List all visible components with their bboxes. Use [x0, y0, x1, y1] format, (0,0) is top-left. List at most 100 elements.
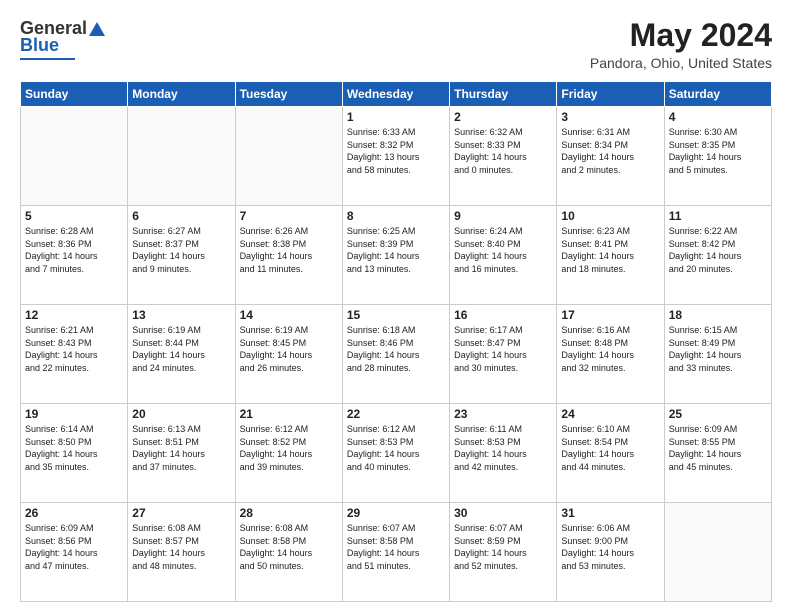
logo-triangle-icon: [89, 22, 105, 36]
header: General Blue May 2024 Pandora, Ohio, Uni…: [20, 18, 772, 71]
logo-blue-text: Blue: [20, 35, 59, 56]
calendar-cell: 10 Sunrise: 6:23 AM Sunset: 8:41 PM Dayli…: [557, 206, 664, 305]
calendar-cell: 1Sunrise: 6:33 AM Sunset: 8:32 PM Daylig…: [342, 107, 449, 206]
day-number: 10: [561, 209, 659, 223]
day-number: 31: [561, 506, 659, 520]
calendar-cell: [235, 107, 342, 206]
calendar-header: SundayMondayTuesdayWednesdayThursdayFrid…: [21, 82, 772, 107]
day-header-wednesday: Wednesday: [342, 82, 449, 107]
day-info: Sunrise: 6:19 AM Sunset: 8:44 PM Dayligh…: [132, 324, 230, 374]
day-number: 18: [669, 308, 767, 322]
day-number: 25: [669, 407, 767, 421]
calendar-cell: [128, 107, 235, 206]
header-right: May 2024 Pandora, Ohio, United States: [590, 18, 772, 71]
page: General Blue May 2024 Pandora, Ohio, Uni…: [0, 0, 792, 612]
day-info: Sunrise: 6:08 AM Sunset: 8:57 PM Dayligh…: [132, 522, 230, 572]
day-header-thursday: Thursday: [450, 82, 557, 107]
day-info: Sunrise: 6:25 AM Sunset: 8:39 PM Dayligh…: [347, 225, 445, 275]
day-info: Sunrise: 6:21 AM Sunset: 8:43 PM Dayligh…: [25, 324, 123, 374]
day-info: Sunrise: 6:14 AM Sunset: 8:50 PM Dayligh…: [25, 423, 123, 473]
calendar-cell: [664, 503, 771, 602]
day-number: 9: [454, 209, 552, 223]
day-number: 27: [132, 506, 230, 520]
day-number: 30: [454, 506, 552, 520]
calendar-cell: 2Sunrise: 6:32 AM Sunset: 8:33 PM Daylig…: [450, 107, 557, 206]
calendar-cell: [21, 107, 128, 206]
day-info: Sunrise: 6:07 AM Sunset: 8:59 PM Dayligh…: [454, 522, 552, 572]
day-number: 4: [669, 110, 767, 124]
day-number: 17: [561, 308, 659, 322]
day-info: Sunrise: 6:12 AM Sunset: 8:53 PM Dayligh…: [347, 423, 445, 473]
day-number: 29: [347, 506, 445, 520]
day-info: Sunrise: 6:09 AM Sunset: 8:56 PM Dayligh…: [25, 522, 123, 572]
calendar-body: 1Sunrise: 6:33 AM Sunset: 8:32 PM Daylig…: [21, 107, 772, 602]
calendar-cell: 26 Sunrise: 6:09 AM Sunset: 8:56 PM Dayli…: [21, 503, 128, 602]
day-info: Sunrise: 6:23 AM Sunset: 8:41 PM Dayligh…: [561, 225, 659, 275]
day-header-monday: Monday: [128, 82, 235, 107]
calendar-cell: 5 Sunrise: 6:28 AM Sunset: 8:36 PM Daylig…: [21, 206, 128, 305]
day-info: Sunrise: 6:31 AM Sunset: 8:34 PM Dayligh…: [561, 126, 659, 176]
day-info: Sunrise: 6:16 AM Sunset: 8:48 PM Dayligh…: [561, 324, 659, 374]
day-info: Sunrise: 6:11 AM Sunset: 8:53 PM Dayligh…: [454, 423, 552, 473]
day-number: 28: [240, 506, 338, 520]
calendar-cell: 17 Sunrise: 6:16 AM Sunset: 8:48 PM Dayli…: [557, 305, 664, 404]
calendar-table: SundayMondayTuesdayWednesdayThursdayFrid…: [20, 81, 772, 602]
day-header-saturday: Saturday: [664, 82, 771, 107]
calendar-cell: 21 Sunrise: 6:12 AM Sunset: 8:52 PM Dayli…: [235, 404, 342, 503]
day-info: Sunrise: 6:17 AM Sunset: 8:47 PM Dayligh…: [454, 324, 552, 374]
day-header-sunday: Sunday: [21, 82, 128, 107]
calendar-cell: 22Sunrise: 6:12 AM Sunset: 8:53 PM Dayli…: [342, 404, 449, 503]
day-header-tuesday: Tuesday: [235, 82, 342, 107]
calendar-cell: 24Sunrise: 6:10 AM Sunset: 8:54 PM Dayli…: [557, 404, 664, 503]
day-info: Sunrise: 6:06 AM Sunset: 9:00 PM Dayligh…: [561, 522, 659, 572]
day-info: Sunrise: 6:30 AM Sunset: 8:35 PM Dayligh…: [669, 126, 767, 176]
day-number: 15: [347, 308, 445, 322]
day-header-friday: Friday: [557, 82, 664, 107]
day-info: Sunrise: 6:19 AM Sunset: 8:45 PM Dayligh…: [240, 324, 338, 374]
day-number: 8: [347, 209, 445, 223]
header-row: SundayMondayTuesdayWednesdayThursdayFrid…: [21, 82, 772, 107]
calendar-cell: 23 Sunrise: 6:11 AM Sunset: 8:53 PM Dayli…: [450, 404, 557, 503]
day-number: 19: [25, 407, 123, 421]
day-number: 26: [25, 506, 123, 520]
day-number: 2: [454, 110, 552, 124]
day-info: Sunrise: 6:07 AM Sunset: 8:58 PM Dayligh…: [347, 522, 445, 572]
calendar-cell: 18 Sunrise: 6:15 AM Sunset: 8:49 PM Dayli…: [664, 305, 771, 404]
day-number: 20: [132, 407, 230, 421]
calendar-cell: 4 Sunrise: 6:30 AM Sunset: 8:35 PM Daylig…: [664, 107, 771, 206]
calendar-cell: 28Sunrise: 6:08 AM Sunset: 8:58 PM Dayli…: [235, 503, 342, 602]
day-number: 16: [454, 308, 552, 322]
day-number: 14: [240, 308, 338, 322]
week-row-5: 26 Sunrise: 6:09 AM Sunset: 8:56 PM Dayli…: [21, 503, 772, 602]
day-info: Sunrise: 6:12 AM Sunset: 8:52 PM Dayligh…: [240, 423, 338, 473]
day-number: 21: [240, 407, 338, 421]
calendar-cell: 14 Sunrise: 6:19 AM Sunset: 8:45 PM Dayli…: [235, 305, 342, 404]
calendar-cell: 11 Sunrise: 6:22 AM Sunset: 8:42 PM Dayli…: [664, 206, 771, 305]
week-row-2: 5 Sunrise: 6:28 AM Sunset: 8:36 PM Daylig…: [21, 206, 772, 305]
calendar-cell: 13Sunrise: 6:19 AM Sunset: 8:44 PM Dayli…: [128, 305, 235, 404]
day-number: 11: [669, 209, 767, 223]
calendar-cell: 20 Sunrise: 6:13 AM Sunset: 8:51 PM Dayli…: [128, 404, 235, 503]
day-number: 5: [25, 209, 123, 223]
calendar-cell: 16 Sunrise: 6:17 AM Sunset: 8:47 PM Dayli…: [450, 305, 557, 404]
day-info: Sunrise: 6:09 AM Sunset: 8:55 PM Dayligh…: [669, 423, 767, 473]
calendar-cell: 6Sunrise: 6:27 AM Sunset: 8:37 PM Daylig…: [128, 206, 235, 305]
calendar-cell: 3Sunrise: 6:31 AM Sunset: 8:34 PM Daylig…: [557, 107, 664, 206]
logo-line: [20, 58, 75, 60]
calendar-cell: 25 Sunrise: 6:09 AM Sunset: 8:55 PM Dayli…: [664, 404, 771, 503]
day-info: Sunrise: 6:22 AM Sunset: 8:42 PM Dayligh…: [669, 225, 767, 275]
calendar-cell: 30 Sunrise: 6:07 AM Sunset: 8:59 PM Dayli…: [450, 503, 557, 602]
calendar-cell: 27 Sunrise: 6:08 AM Sunset: 8:57 PM Dayli…: [128, 503, 235, 602]
calendar-cell: 19 Sunrise: 6:14 AM Sunset: 8:50 PM Dayli…: [21, 404, 128, 503]
day-info: Sunrise: 6:13 AM Sunset: 8:51 PM Dayligh…: [132, 423, 230, 473]
day-info: Sunrise: 6:18 AM Sunset: 8:46 PM Dayligh…: [347, 324, 445, 374]
day-number: 7: [240, 209, 338, 223]
calendar-cell: 15 Sunrise: 6:18 AM Sunset: 8:46 PM Dayli…: [342, 305, 449, 404]
week-row-3: 12Sunrise: 6:21 AM Sunset: 8:43 PM Dayli…: [21, 305, 772, 404]
day-info: Sunrise: 6:24 AM Sunset: 8:40 PM Dayligh…: [454, 225, 552, 275]
day-info: Sunrise: 6:26 AM Sunset: 8:38 PM Dayligh…: [240, 225, 338, 275]
day-info: Sunrise: 6:15 AM Sunset: 8:49 PM Dayligh…: [669, 324, 767, 374]
week-row-4: 19 Sunrise: 6:14 AM Sunset: 8:50 PM Dayli…: [21, 404, 772, 503]
day-number: 23: [454, 407, 552, 421]
day-info: Sunrise: 6:28 AM Sunset: 8:36 PM Dayligh…: [25, 225, 123, 275]
